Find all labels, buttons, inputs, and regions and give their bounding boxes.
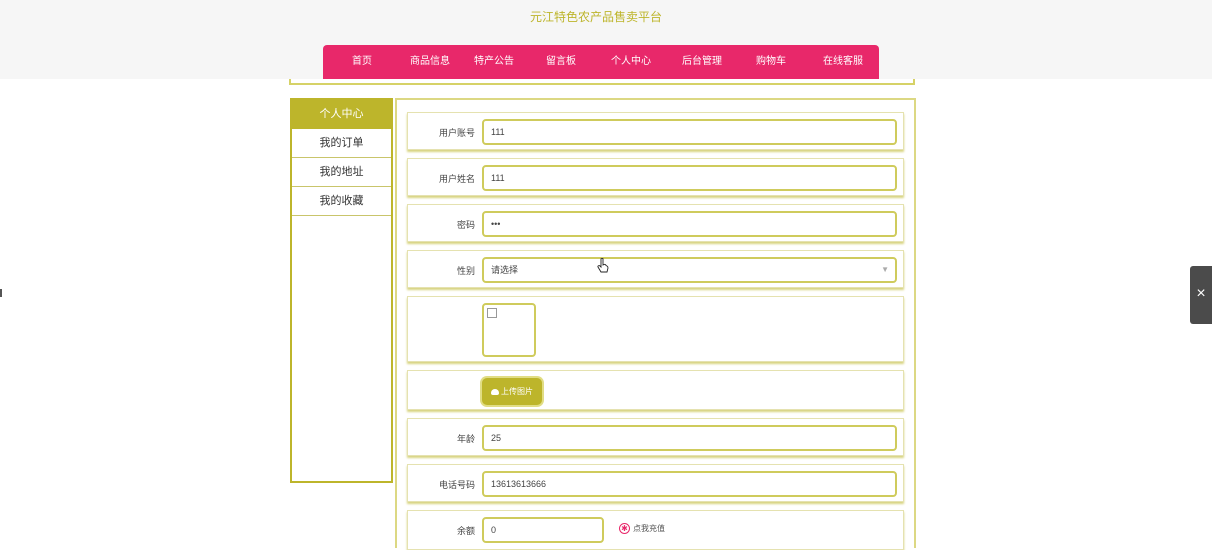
form-row-account: 用户账号 111: [407, 112, 904, 150]
close-icon: ×: [1196, 285, 1206, 302]
side-panel-toggle[interactable]: ×: [1190, 266, 1212, 324]
avatar-preview: [482, 303, 536, 357]
gender-select-value: 请选择: [491, 265, 519, 275]
sidebar-item-personal-center[interactable]: 个人中心: [292, 100, 391, 129]
age-label: 年龄: [456, 434, 475, 444]
upload-button-label: 上传图片: [501, 387, 533, 396]
upload-image-button[interactable]: 上传图片: [482, 378, 542, 405]
recharge-icon: ✱: [619, 523, 630, 535]
main-nav: 首页 商品信息 特产公告 留言板 个人中心 后台管理 购物车 在线客服: [323, 45, 879, 79]
nav-admin[interactable]: 后台管理: [669, 45, 735, 79]
recharge-link[interactable]: ✱ 点我充值: [619, 523, 665, 535]
form-row-upload: 上传图片: [407, 370, 904, 410]
sidebar-item-favorites[interactable]: 我的收藏: [292, 187, 391, 216]
balance-input: 0: [482, 517, 604, 543]
password-input[interactable]: •••: [482, 211, 897, 237]
broken-image-icon: [487, 308, 497, 318]
hand-pointer-icon: [597, 258, 609, 273]
header-divider: [289, 79, 915, 85]
nav-announcements[interactable]: 特产公告: [459, 45, 529, 79]
left-edge-marker: [0, 289, 2, 297]
sidebar: 个人中心 我的订单 我的地址 我的收藏: [290, 98, 393, 483]
nav-home[interactable]: 首页: [323, 45, 401, 79]
chevron-down-icon: ▼: [881, 265, 889, 274]
account-input[interactable]: 111: [482, 119, 897, 145]
form-row-gender: 性别 请选择 ▼: [407, 250, 904, 288]
gender-select[interactable]: 请选择 ▼: [482, 257, 897, 283]
profile-form: 用户账号 111 用户姓名 111 密码 ••• 性别 请选择 ▼ 上传图片 年…: [395, 98, 916, 550]
sidebar-item-address[interactable]: 我的地址: [292, 158, 391, 187]
nav-personal-center[interactable]: 个人中心: [593, 45, 669, 79]
form-row-avatar: [407, 296, 904, 362]
recharge-label: 点我充值: [633, 524, 665, 533]
form-row-password: 密码 •••: [407, 204, 904, 242]
form-row-name: 用户姓名 111: [407, 158, 904, 196]
account-label: 用户账号: [438, 128, 475, 138]
nav-message-board[interactable]: 留言板: [529, 45, 593, 79]
cloud-upload-icon: [491, 389, 499, 395]
form-row-phone: 电话号码 13613613666: [407, 464, 904, 502]
password-label: 密码: [456, 220, 475, 230]
nav-cart[interactable]: 购物车: [735, 45, 807, 79]
nav-products[interactable]: 商品信息: [401, 45, 459, 79]
phone-input[interactable]: 13613613666: [482, 471, 897, 497]
age-input[interactable]: 25: [482, 425, 897, 451]
site-title: 元江特色农产品售卖平台: [529, 10, 662, 24]
name-label: 用户姓名: [438, 174, 475, 184]
balance-label: 余额: [456, 526, 475, 536]
nav-online-service[interactable]: 在线客服: [807, 45, 879, 79]
form-row-balance: 余额 0 ✱ 点我充值: [407, 510, 904, 550]
phone-label: 电话号码: [438, 480, 475, 490]
name-input[interactable]: 111: [482, 165, 897, 191]
sidebar-item-orders[interactable]: 我的订单: [292, 129, 391, 158]
gender-label: 性别: [456, 266, 475, 276]
form-row-age: 年龄 25: [407, 418, 904, 456]
